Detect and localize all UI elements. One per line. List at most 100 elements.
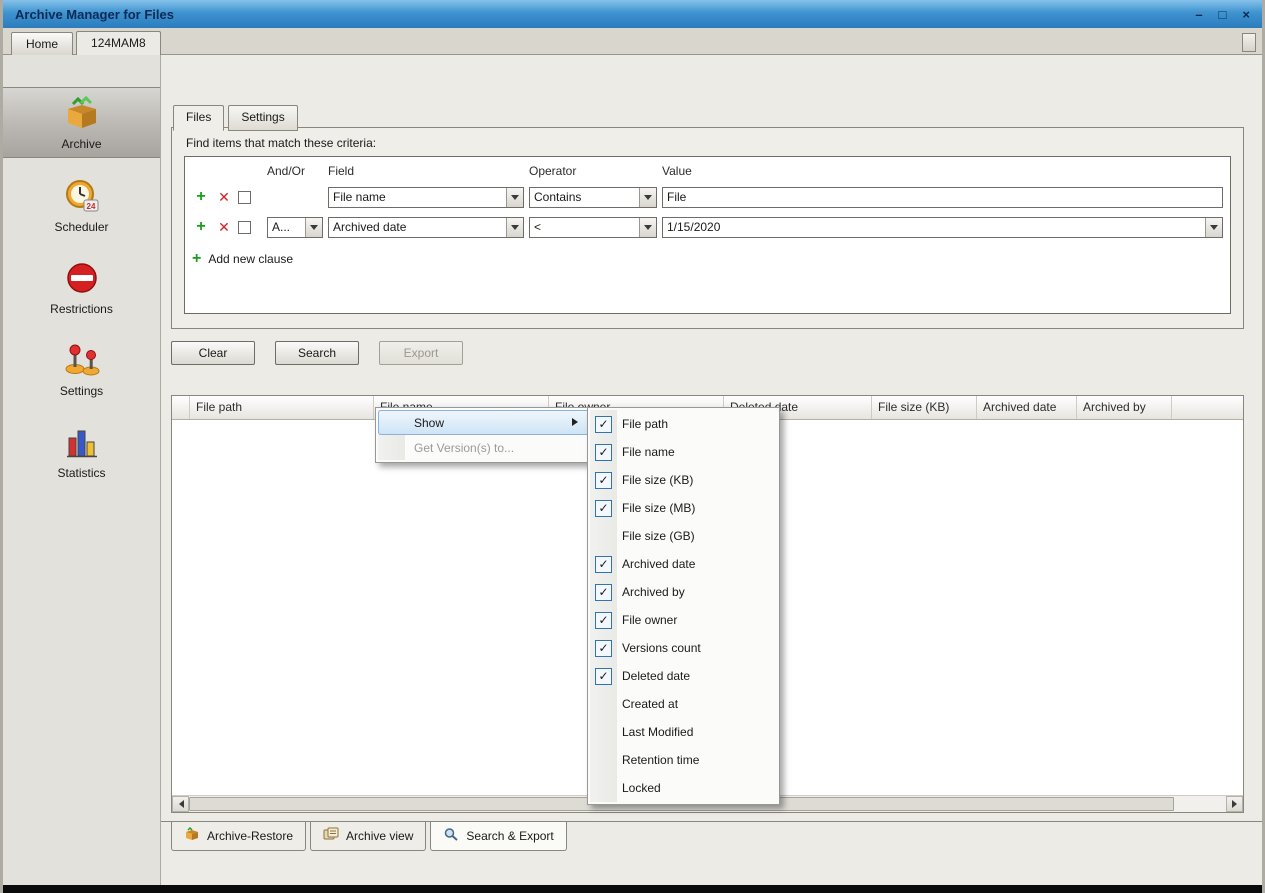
submenu-item-created-at[interactable]: ✓ Created at bbox=[590, 690, 777, 718]
clear-button[interactable]: Clear bbox=[171, 341, 255, 365]
restrictions-no-entry-icon bbox=[62, 260, 102, 299]
checkbox-checked-icon: ✓ bbox=[595, 472, 612, 489]
submenu-item-file-size-kb[interactable]: ✓ File size (KB) bbox=[590, 466, 777, 494]
sidebar-item-archive[interactable]: Archive bbox=[3, 87, 160, 158]
column-header-archived-date[interactable]: Archived date bbox=[977, 396, 1077, 419]
submenu-item-locked[interactable]: ✓ Locked bbox=[590, 774, 777, 802]
column-header-file-path[interactable]: File path bbox=[190, 396, 374, 419]
sidebar-item-restrictions-label: Restrictions bbox=[50, 302, 113, 316]
titlebar: Archive Manager for Files – □ × bbox=[3, 0, 1262, 28]
maximize-button[interactable]: □ bbox=[1219, 7, 1227, 22]
sidebar-item-restrictions[interactable]: Restrictions bbox=[3, 253, 160, 322]
andor-dropdown-value: A... bbox=[268, 220, 305, 234]
add-new-clause-link[interactable]: + Add new clause bbox=[190, 242, 1225, 267]
window-title: Archive Manager for Files bbox=[15, 7, 174, 22]
search-button[interactable]: Search bbox=[275, 341, 359, 365]
checkbox-checked-icon: ✓ bbox=[595, 668, 612, 685]
menu-item-show[interactable]: Show bbox=[378, 410, 591, 435]
column-header-selector[interactable] bbox=[172, 396, 190, 419]
field-dropdown[interactable]: Archived date bbox=[328, 217, 524, 238]
submenu-item-last-modified[interactable]: ✓ Last Modified bbox=[590, 718, 777, 746]
criteria-row-checkbox[interactable] bbox=[238, 221, 251, 234]
menu-item-get-versions-label: Get Version(s) to... bbox=[414, 441, 514, 455]
window-controls: – □ × bbox=[1195, 7, 1250, 22]
submenu-item-file-size-mb[interactable]: ✓ File size (MB) bbox=[590, 494, 777, 522]
tab-124mam8[interactable]: 124MAM8 bbox=[76, 31, 161, 55]
column-header-file-size-kb[interactable]: File size (KB) bbox=[872, 396, 977, 419]
submenu-item-archived-date[interactable]: ✓ Archived date bbox=[590, 550, 777, 578]
submenu-item-label: Created at bbox=[622, 697, 678, 711]
column-label-value: Value bbox=[662, 164, 1223, 178]
checkbox-checked-icon: ✓ bbox=[595, 612, 612, 629]
menu-item-get-versions[interactable]: Get Version(s) to... bbox=[378, 435, 591, 460]
value-input[interactable]: File bbox=[662, 187, 1223, 208]
criteria-row-checkbox[interactable] bbox=[238, 191, 251, 204]
sidebar-item-settings[interactable]: Settings bbox=[3, 335, 160, 404]
value-date-dropdown[interactable]: 1/15/2020 bbox=[662, 217, 1223, 238]
submenu-item-deleted-date[interactable]: ✓ Deleted date bbox=[590, 662, 777, 690]
sidebar-item-scheduler[interactable]: 24 Scheduler bbox=[3, 171, 160, 240]
submenu-item-versions-count[interactable]: ✓ Versions count bbox=[590, 634, 777, 662]
tab-search-export[interactable]: Search & Export bbox=[430, 822, 566, 851]
field-dropdown-value: File name bbox=[329, 190, 506, 204]
scroll-left-arrow-icon[interactable] bbox=[172, 796, 189, 812]
remove-clause-icon[interactable]: ✕ bbox=[215, 190, 233, 204]
submenu-item-file-path[interactable]: ✓ File path bbox=[590, 410, 777, 438]
add-clause-icon[interactable]: + bbox=[192, 189, 210, 205]
submenu-item-archived-by[interactable]: ✓ Archived by bbox=[590, 578, 777, 606]
submenu-item-label: Archived date bbox=[622, 557, 695, 571]
remove-clause-icon[interactable]: ✕ bbox=[215, 220, 233, 234]
tab-archive-restore-label: Archive-Restore bbox=[207, 829, 293, 843]
tabstrip-end-box bbox=[1242, 33, 1256, 52]
export-button[interactable]: Export bbox=[379, 341, 463, 365]
field-dropdown[interactable]: File name bbox=[328, 187, 524, 208]
chevron-down-icon bbox=[639, 188, 656, 207]
search-tab-bar: Files Settings bbox=[173, 105, 302, 131]
tab-archive-view[interactable]: Archive view bbox=[310, 822, 426, 851]
add-new-clause-label: Add new clause bbox=[208, 252, 293, 266]
tab-settings[interactable]: Settings bbox=[228, 105, 297, 131]
submenu-item-retention-time[interactable]: ✓ Retention time bbox=[590, 746, 777, 774]
operator-dropdown[interactable]: < bbox=[529, 217, 657, 238]
checkbox-checked-icon: ✓ bbox=[595, 640, 612, 657]
tab-archive-restore[interactable]: Archive-Restore bbox=[171, 822, 306, 851]
checkbox-checked-icon: ✓ bbox=[595, 556, 612, 573]
submenu-item-file-owner[interactable]: ✓ File owner bbox=[590, 606, 777, 634]
add-clause-icon[interactable]: + bbox=[192, 219, 210, 235]
minimize-button[interactable]: – bbox=[1195, 7, 1202, 22]
column-visibility-submenu: ✓ File path ✓ File name ✓ File size (KB)… bbox=[587, 407, 780, 805]
chevron-down-icon bbox=[506, 188, 523, 207]
andor-dropdown[interactable]: A... bbox=[267, 217, 323, 238]
document-tab-bar: Home 124MAM8 bbox=[3, 28, 1262, 55]
column-header-archived-by[interactable]: Archived by bbox=[1077, 396, 1172, 419]
field-dropdown-value: Archived date bbox=[329, 220, 506, 234]
archive-box-icon bbox=[62, 95, 102, 134]
operator-dropdown-value: Contains bbox=[530, 190, 639, 204]
tab-home[interactable]: Home bbox=[11, 32, 73, 55]
scrollbar-track[interactable] bbox=[1174, 796, 1226, 812]
settings-joystick-icon bbox=[62, 342, 102, 381]
action-buttons: Clear Search Export bbox=[171, 341, 463, 365]
chevron-down-icon bbox=[639, 218, 656, 237]
bottom-tab-bar: Archive-Restore Archive view bbox=[161, 821, 1262, 851]
submenu-item-file-size-gb[interactable]: ✓ File size (GB) bbox=[590, 522, 777, 550]
close-button[interactable]: × bbox=[1242, 7, 1250, 22]
tab-search-export-label: Search & Export bbox=[466, 829, 553, 843]
submenu-item-label: Locked bbox=[622, 781, 661, 795]
menu-item-show-label: Show bbox=[414, 416, 444, 430]
sidebar-item-statistics[interactable]: Statistics bbox=[3, 417, 160, 486]
chevron-down-icon bbox=[506, 218, 523, 237]
submenu-item-file-name[interactable]: ✓ File name bbox=[590, 438, 777, 466]
operator-dropdown[interactable]: Contains bbox=[529, 187, 657, 208]
value-date-dropdown-value: 1/15/2020 bbox=[663, 220, 1205, 234]
column-header-filler bbox=[1172, 396, 1243, 419]
submenu-item-label: Versions count bbox=[622, 641, 701, 655]
scroll-right-arrow-icon[interactable] bbox=[1226, 796, 1243, 812]
app-window: Archive Manager for Files – □ × Home 124… bbox=[0, 0, 1265, 893]
criteria-header-row: And/Or Field Operator Value bbox=[190, 160, 1225, 182]
tab-files[interactable]: Files bbox=[173, 105, 224, 131]
sidebar-item-scheduler-label: Scheduler bbox=[54, 220, 108, 234]
sidebar-item-archive-label: Archive bbox=[61, 137, 101, 151]
submenu-item-label: File size (GB) bbox=[622, 529, 695, 543]
checkbox-checked-icon: ✓ bbox=[595, 584, 612, 601]
